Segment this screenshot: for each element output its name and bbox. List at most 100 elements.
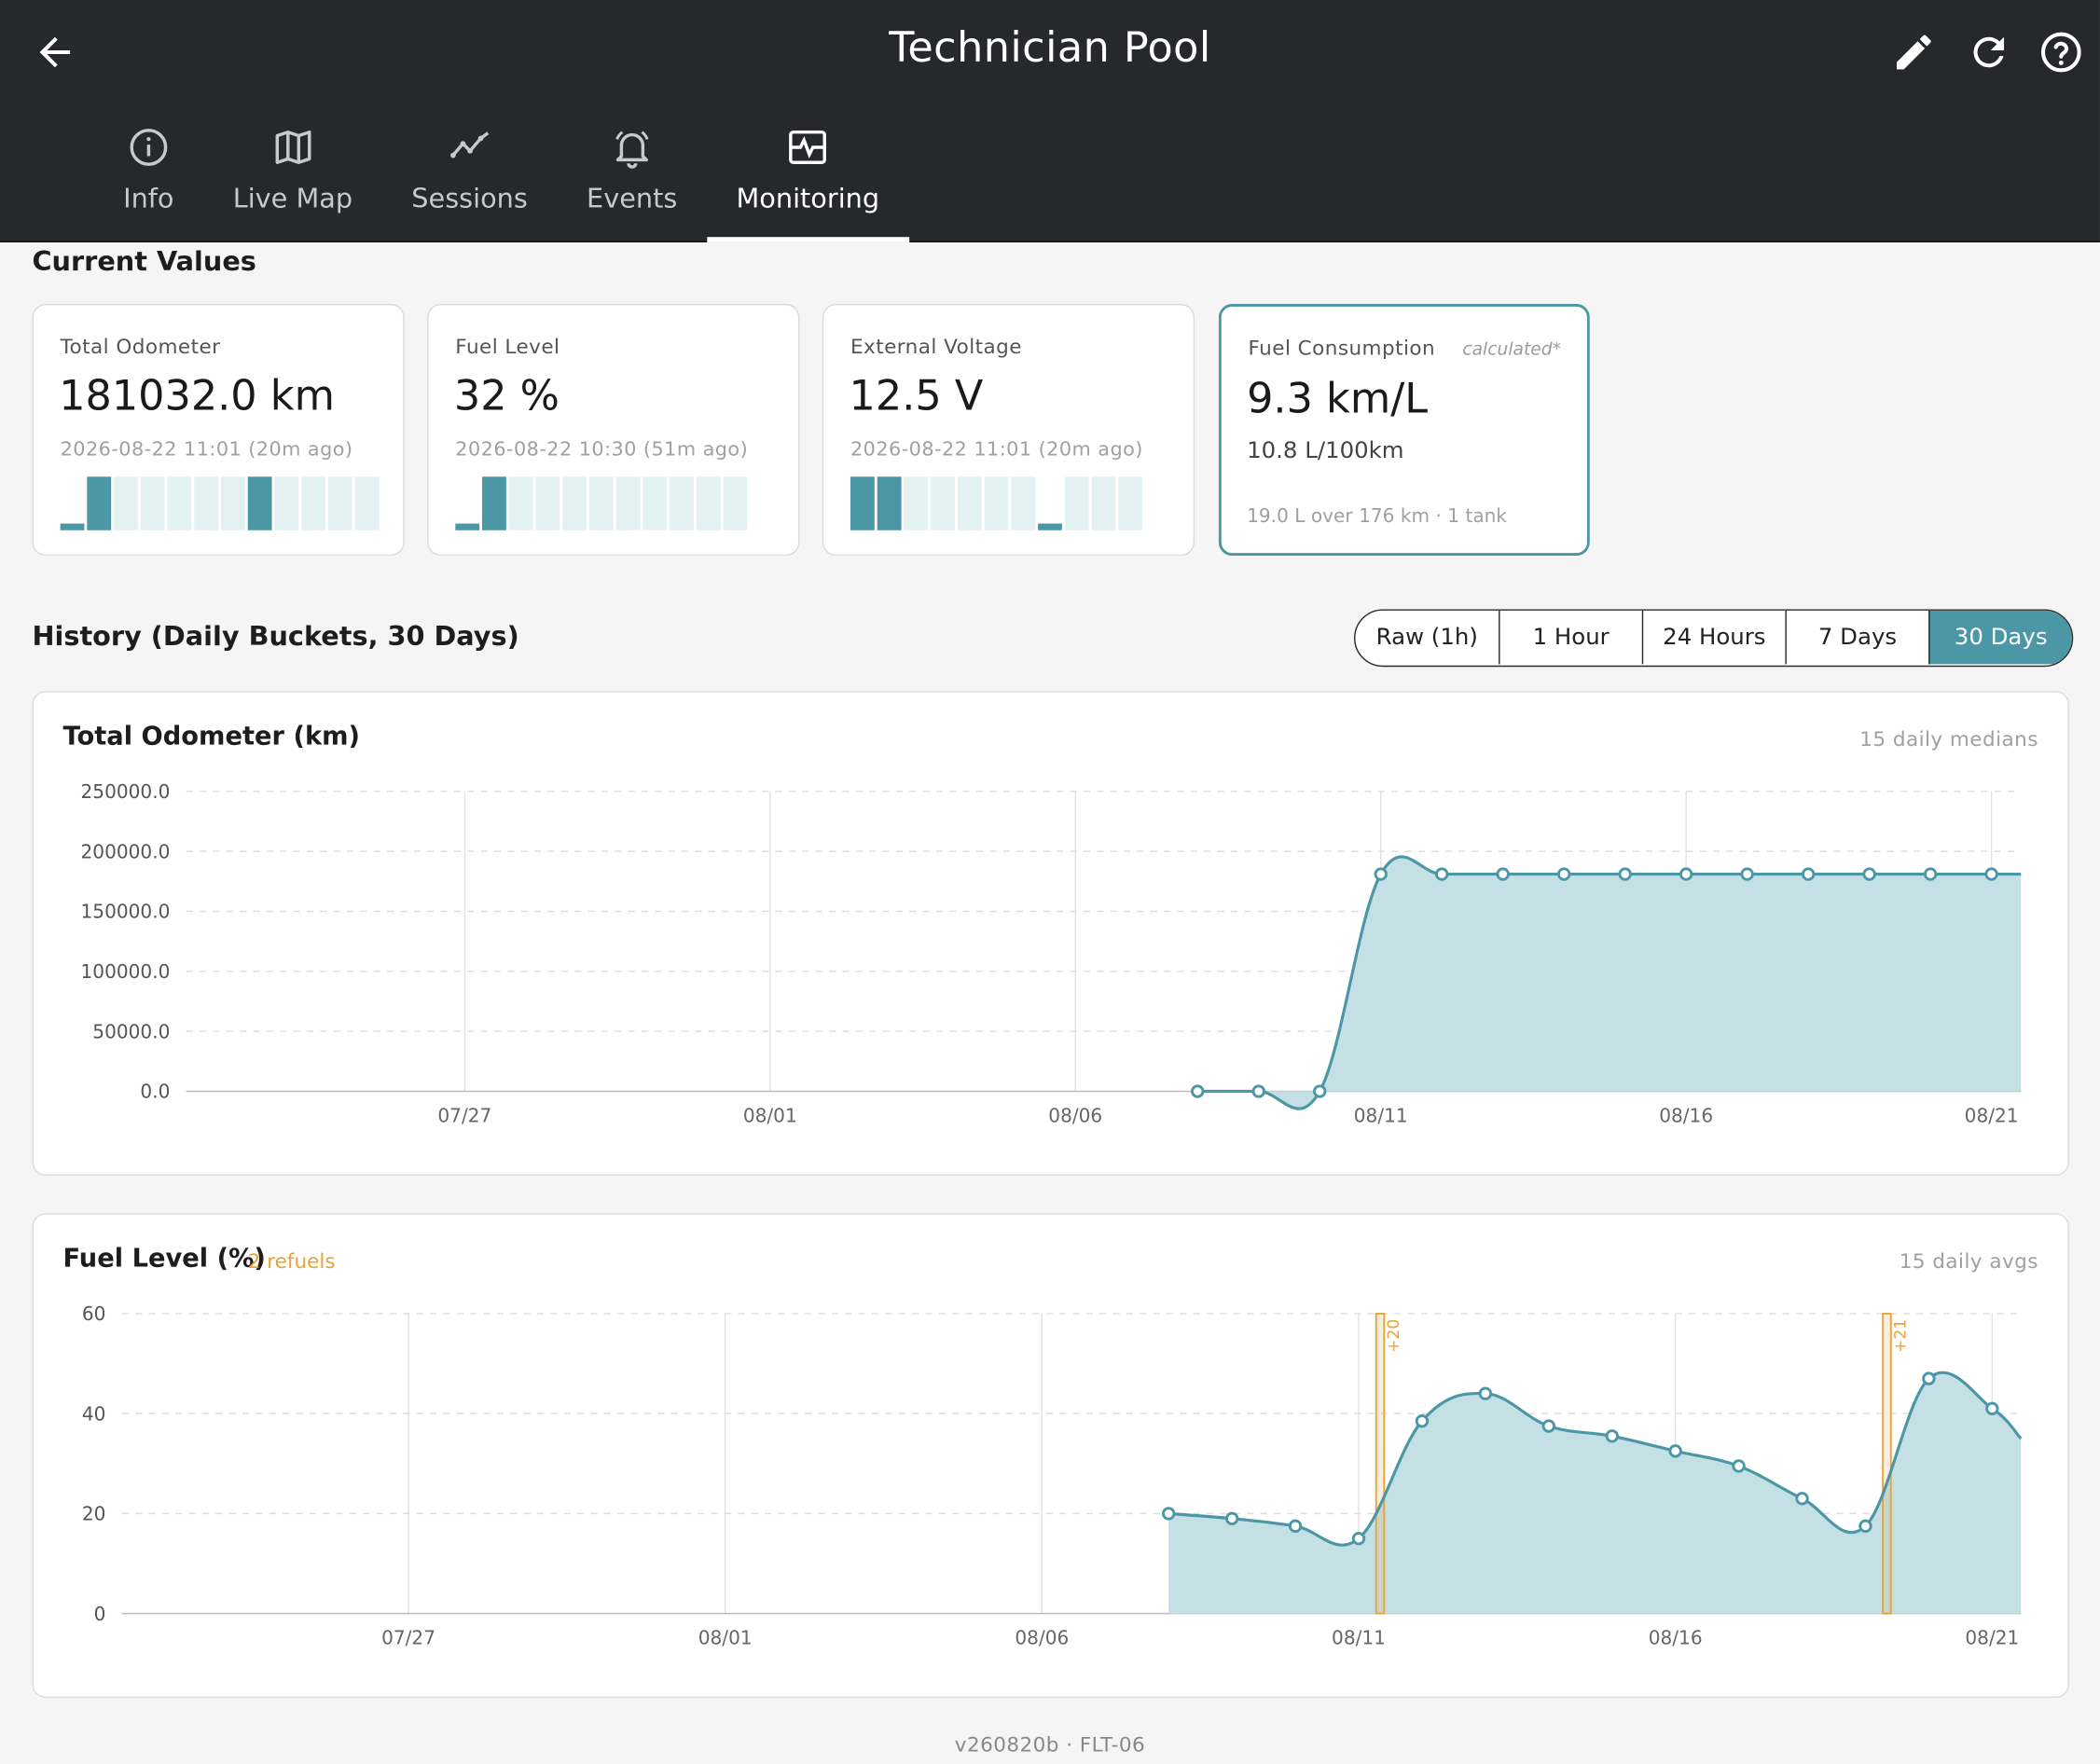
tab-live-map[interactable]: Live Map	[203, 120, 382, 242]
card-label: External Voltage	[850, 335, 1022, 359]
version-footer: v260820b · FLT-06	[954, 1732, 1146, 1757]
y-tick-label: 20	[82, 1503, 106, 1525]
card-value: 32 %	[453, 372, 560, 420]
current-values-heading: Current Values	[32, 244, 256, 278]
refuel-marker	[1375, 1312, 1386, 1615]
card-label: Fuel Consumption	[1248, 336, 1436, 361]
fuel-level-card: Fuel Level 32 % 2026-08-22 10:30 (51m ag…	[427, 304, 800, 557]
card-timestamp: 2026-08-22 11:01 (20m ago)	[60, 439, 353, 462]
range-7-days[interactable]: 7 Days	[1785, 610, 1928, 665]
y-tick-label: 0.0	[140, 1081, 170, 1103]
y-tick-label: 50000.0	[92, 1020, 170, 1042]
area-fill	[1168, 1372, 2022, 1614]
tab-live-map-label: Live Map	[232, 182, 353, 214]
monitor-icon	[789, 130, 827, 164]
tab-info[interactable]: Info	[94, 120, 204, 242]
tab-events[interactable]: Events	[557, 120, 706, 242]
app-root: Technician Pool Info Live Map Sessions E…	[0, 0, 2100, 1764]
x-tick-label: 08/16	[1649, 1627, 1703, 1649]
card-timestamp: 2026-08-22 11:01 (20m ago)	[850, 439, 1143, 462]
data-point	[1922, 1371, 1936, 1385]
y-tick-label: 60	[82, 1302, 106, 1325]
range-raw-1h[interactable]: Raw (1h)	[1355, 611, 1499, 664]
range-24-hours[interactable]: 24 Hours	[1641, 610, 1786, 665]
tab-events-label: Events	[587, 182, 678, 214]
sparkline	[455, 476, 748, 531]
tab-bar: Info Live Map Sessions Events Monitoring	[94, 120, 909, 242]
area-fill	[1197, 856, 2022, 1109]
range-30-days[interactable]: 30 Days	[1928, 610, 2072, 665]
odometer-card: Total Odometer 181032.0 km 2026-08-22 11…	[32, 304, 405, 557]
data-point	[1478, 1386, 1493, 1400]
tab-sessions[interactable]: Sessions	[382, 120, 558, 242]
y-tick-label: 150000.0	[81, 901, 171, 923]
range-selector: Raw (1h) 1 Hour 24 Hours 7 Days 30 Days	[1353, 609, 2074, 668]
refuel-label: +21	[1892, 1319, 1911, 1353]
data-point	[1862, 867, 1876, 881]
y-tick-label: 0	[94, 1603, 106, 1625]
calculated-tag: calculated*	[1462, 339, 1561, 361]
data-point	[1740, 867, 1754, 881]
x-tick-label: 08/21	[1965, 1627, 2019, 1649]
sparkline	[60, 476, 380, 531]
x-tick-label: 08/16	[1659, 1105, 1713, 1127]
data-point	[1251, 1084, 1265, 1098]
y-tick-label: 100000.0	[81, 960, 171, 983]
data-point	[1923, 867, 1938, 881]
x-tick-label: 08/01	[698, 1627, 753, 1649]
data-point	[1313, 1084, 1327, 1098]
x-tick-label: 08/11	[1354, 1105, 1408, 1127]
voltage-card: External Voltage 12.5 V 2026-08-22 11:01…	[822, 304, 1195, 557]
x-tick-label: 08/01	[743, 1105, 797, 1127]
fuel-level-chart: 07/27 08/01 08/06 08/11 08/16 08/21 60 40 20 0 +20…	[82, 1302, 2023, 1649]
tab-monitoring[interactable]: Monitoring	[706, 120, 909, 242]
refuel-label: +20	[1385, 1319, 1403, 1353]
card-value: 12.5 V	[849, 372, 984, 420]
x-tick-label: 07/27	[437, 1105, 491, 1127]
y-tick-label: 250000.0	[81, 780, 171, 803]
data-point	[1541, 1419, 1556, 1433]
data-point	[1415, 1414, 1430, 1428]
info-icon	[130, 129, 168, 166]
tab-info-label: Info	[123, 182, 174, 214]
map-icon	[274, 130, 311, 164]
fuel-chart-panel: Fuel Level (%) 2 refuels 15 daily avgs 0…	[32, 1213, 2069, 1699]
odometer-chart-panel: Total Odometer (km) 15 daily medians 07/…	[32, 691, 2069, 1176]
x-tick-label: 08/21	[1965, 1105, 2019, 1127]
data-point	[1801, 867, 1816, 881]
data-point	[1224, 1511, 1239, 1525]
page-title: Technician Pool	[889, 23, 1211, 73]
data-point	[1984, 867, 1998, 881]
trend-icon	[449, 131, 489, 158]
card-footnote: 19.0 L over 176 km · 1 tank	[1247, 505, 1508, 528]
card-label: Fuel Level	[455, 335, 560, 359]
help-icon[interactable]	[2038, 30, 2084, 76]
history-heading: History (Daily Buckets, 30 Days)	[32, 619, 519, 653]
data-point	[1435, 867, 1449, 881]
bell-icon	[615, 131, 649, 169]
fuel-consumption-card: Fuel Consumption calculated* 9.3 km/L 10…	[1218, 304, 1590, 557]
range-1-hour[interactable]: 1 Hour	[1499, 610, 1642, 665]
data-point	[1288, 1519, 1303, 1533]
x-tick-label: 08/06	[1015, 1627, 1069, 1649]
data-point	[1858, 1519, 1872, 1533]
data-point	[1795, 1492, 1809, 1506]
data-point	[1351, 1532, 1366, 1546]
data-point	[1496, 867, 1510, 881]
tab-sessions-label: Sessions	[411, 182, 528, 214]
y-tick-label: 40	[82, 1402, 106, 1425]
odometer-chart: 07/27 08/01 08/06 08/11 08/16 08/21 250000.0 20…	[81, 780, 2022, 1127]
data-point	[1668, 1444, 1682, 1458]
data-point	[1605, 1429, 1619, 1443]
x-tick-label: 08/06	[1048, 1105, 1102, 1127]
edit-pencil-icon[interactable]	[1891, 30, 1937, 76]
sparkline	[850, 476, 1143, 531]
refresh-icon[interactable]	[1966, 30, 2011, 76]
tab-monitoring-label: Monitoring	[736, 182, 880, 214]
data-point	[1374, 867, 1388, 881]
x-tick-label: 07/27	[381, 1627, 435, 1649]
data-point	[1557, 867, 1571, 881]
y-tick-label: 200000.0	[81, 840, 171, 862]
card-timestamp: 2026-08-22 10:30 (51m ago)	[455, 439, 749, 462]
data-point	[1679, 867, 1693, 881]
